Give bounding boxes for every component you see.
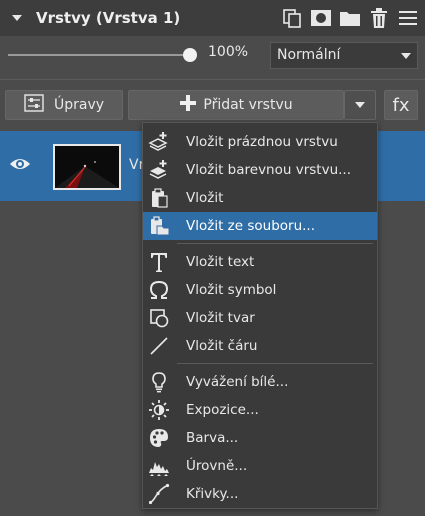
menu-item-insert-color-layer[interactable]: Vložit barevnou vrstvu... — [143, 156, 377, 184]
omega-icon — [148, 279, 170, 301]
fx-label: fx — [392, 94, 410, 116]
menu-item-insert-symbol[interactable]: Vložit symbol — [143, 276, 377, 304]
menu-item-levels[interactable]: Úrovně... — [143, 452, 377, 480]
menu-item-label: Vložit čáru — [186, 338, 258, 354]
add-layer-dropdown-button[interactable] — [344, 90, 376, 120]
blend-mode-value: Normální — [277, 47, 341, 63]
menu-item-label: Vložit tvar — [186, 310, 255, 326]
collapse-caret-icon[interactable] — [12, 15, 22, 21]
line-icon — [148, 335, 170, 357]
menu-item-label: Vložit ze souboru... — [186, 218, 316, 234]
paste-icon — [148, 187, 170, 209]
folder-icon[interactable] — [339, 6, 361, 30]
curve-icon — [148, 483, 170, 505]
layer-mask-icon[interactable] — [310, 6, 332, 30]
menu-item-label: Vložit symbol — [186, 282, 277, 298]
menu-item-label: Vložit prázdnou vrstvu — [186, 134, 338, 150]
add-layer-menu: Vložit prázdnou vrstvu Vložit barevnou v… — [142, 122, 378, 509]
layers-panel-header[interactable]: Vrstvy (Vrstva 1) — [0, 0, 425, 36]
opacity-row: 100% Normální — [0, 38, 425, 72]
upravy-button[interactable]: Úpravy — [5, 90, 123, 120]
eye-icon[interactable] — [9, 156, 31, 176]
blend-mode-select[interactable]: Normální — [270, 42, 418, 69]
menu-item-label: Křivky... — [186, 486, 239, 502]
panel-title: Vrstvy (Vrstva 1) — [36, 9, 181, 27]
add-layer-label: Přidat vrstvu — [203, 97, 293, 113]
text-icon — [148, 251, 170, 273]
duplicate-layer-icon[interactable] — [281, 6, 303, 30]
plus-icon — [179, 94, 197, 116]
menu-item-color[interactable]: Barva... — [143, 424, 377, 452]
upravy-label: Úpravy — [54, 97, 105, 113]
menu-item-insert-shape[interactable]: Vložit tvar — [143, 304, 377, 332]
shape-icon — [148, 307, 170, 329]
menu-separator — [177, 243, 373, 244]
trash-icon[interactable] — [368, 6, 390, 30]
menu-item-label: Vložit text — [186, 254, 255, 270]
menu-item-label: Expozice... — [186, 402, 259, 418]
menu-item-white-balance[interactable]: Vyvážení bílé... — [143, 368, 377, 396]
menu-item-label: Vyvážení bílé... — [186, 374, 289, 390]
menu-separator — [177, 363, 373, 364]
bulb-icon — [148, 371, 170, 393]
paste-from-file-icon — [148, 215, 170, 237]
menu-item-label: Vložit — [186, 190, 224, 206]
menu-item-label: Úrovně... — [186, 458, 248, 474]
menu-item-insert-empty-layer[interactable]: Vložit prázdnou vrstvu — [143, 128, 377, 156]
color-layer-plus-icon — [148, 159, 170, 181]
opacity-slider-thumb[interactable] — [183, 48, 197, 62]
chevron-down-icon — [355, 102, 365, 108]
opacity-slider-track[interactable] — [8, 54, 190, 56]
divider — [0, 79, 425, 80]
layer-thumbnail[interactable] — [53, 144, 121, 190]
menu-item-paste-from-file[interactable]: Vložit ze souboru... — [143, 212, 377, 240]
menu-item-insert-text[interactable]: Vložit text — [143, 248, 377, 276]
chevron-down-icon — [401, 53, 411, 59]
opacity-value: 100% — [208, 44, 249, 60]
menu-item-exposure[interactable]: Expozice... — [143, 396, 377, 424]
hamburger-menu-icon[interactable] — [397, 6, 419, 30]
histogram-icon — [148, 455, 170, 477]
palette-icon — [148, 427, 170, 449]
menu-item-paste[interactable]: Vložit — [143, 184, 377, 212]
sun-icon — [148, 399, 170, 421]
menu-item-label: Vložit barevnou vrstvu... — [186, 162, 352, 178]
menu-item-curves[interactable]: Křivky... — [143, 480, 377, 508]
fx-button[interactable]: fx — [384, 90, 418, 120]
menu-item-label: Barva... — [186, 430, 239, 446]
adjustments-icon — [24, 94, 44, 116]
layers-plus-icon — [148, 131, 170, 153]
menu-item-insert-line[interactable]: Vložit čáru — [143, 332, 377, 360]
add-layer-button[interactable]: Přidat vrstvu — [128, 90, 344, 120]
